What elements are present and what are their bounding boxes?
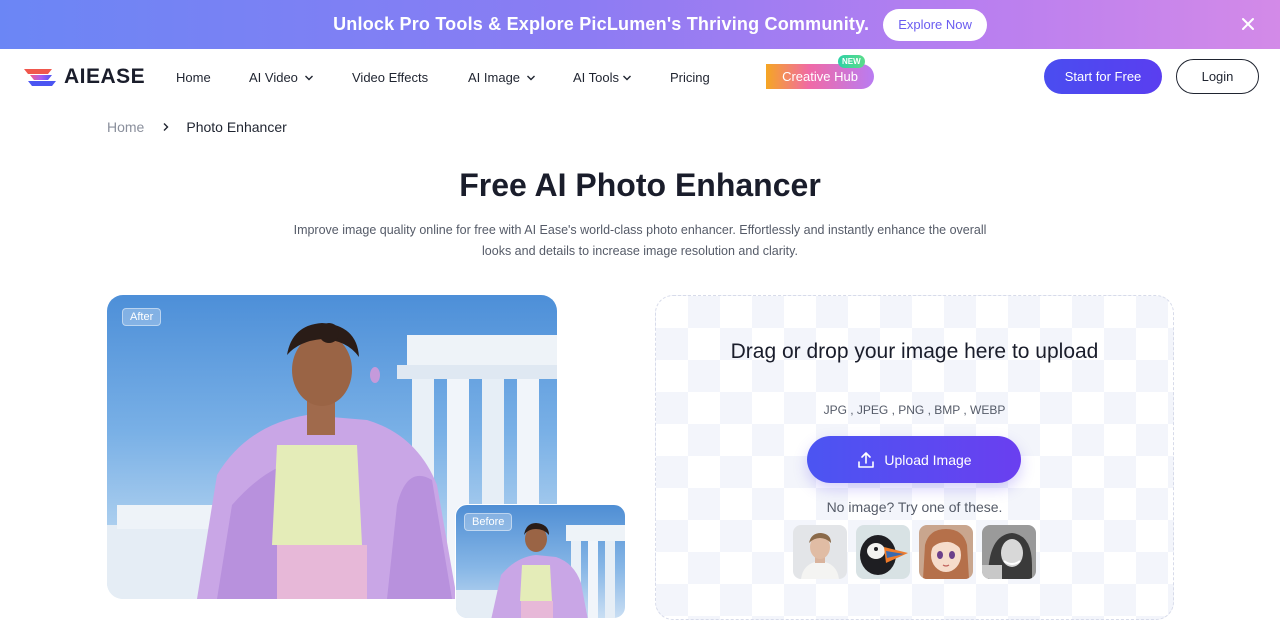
- nav-ai-image[interactable]: AI Image: [468, 70, 536, 85]
- page-subtitle: Improve image quality online for free wi…: [293, 223, 987, 258]
- nav-video-effects-label: Video Effects: [352, 70, 429, 85]
- sample-images: [793, 525, 1036, 579]
- supported-formats: JPG , JPEG , PNG , BMP , WEBP: [823, 403, 1006, 417]
- breadcrumb-home[interactable]: Home: [107, 119, 144, 135]
- sample-image-woman-bw[interactable]: [982, 525, 1036, 579]
- after-label: After: [122, 308, 162, 326]
- before-image: Before: [455, 504, 626, 619]
- start-for-free-button[interactable]: Start for Free: [1044, 59, 1162, 94]
- main-nav: AIEASE Home AI Video Video Effects AI Im…: [0, 49, 1280, 105]
- upload-image-button[interactable]: Upload Image: [807, 436, 1021, 483]
- nav-pricing-label: Pricing: [670, 70, 710, 85]
- nav-video-effects[interactable]: Video Effects: [352, 70, 428, 85]
- close-icon[interactable]: [1238, 14, 1258, 34]
- chevron-right-icon: [163, 123, 169, 131]
- sample-image-puffin[interactable]: [856, 525, 910, 579]
- sample-prompt: No image? Try one of these.: [826, 499, 1003, 515]
- nav-ai-tools-label: AI Tools: [573, 70, 620, 85]
- upload-icon: [858, 451, 875, 468]
- login-button[interactable]: Login: [1176, 59, 1259, 94]
- breadcrumb: Home Photo Enhancer: [107, 119, 287, 135]
- new-badge: NEW: [838, 55, 865, 68]
- logo-text: AIEASE: [64, 65, 146, 88]
- drop-instructions: Drag or drop your image here to upload: [730, 340, 1099, 363]
- nav-home-label: Home: [176, 70, 211, 85]
- logo[interactable]: AIEASE: [22, 65, 145, 89]
- chevron-down-icon: [304, 75, 313, 80]
- sample-image-anime[interactable]: [919, 525, 973, 579]
- page-title: Free AI Photo Enhancer: [459, 167, 821, 203]
- new-badge-label: NEW: [842, 57, 861, 66]
- nav-ai-video[interactable]: AI Video: [249, 70, 314, 85]
- before-label: Before: [464, 513, 513, 531]
- chevron-down-icon: [623, 75, 632, 80]
- breadcrumb-current: Photo Enhancer: [186, 119, 287, 135]
- nav-ai-video-label: AI Video: [249, 70, 298, 85]
- sample-image-man[interactable]: [793, 525, 847, 579]
- promo-banner: Unlock Pro Tools & Explore PicLumen's Th…: [0, 0, 1280, 49]
- upload-image-label: Upload Image: [884, 451, 972, 468]
- nav-home[interactable]: Home: [176, 70, 211, 85]
- chevron-down-icon: [527, 75, 536, 80]
- nav-ai-tools[interactable]: AI Tools: [573, 70, 632, 85]
- explore-now-button[interactable]: Explore Now: [883, 8, 987, 41]
- promo-text: Unlock Pro Tools & Explore PicLumen's Th…: [333, 14, 870, 34]
- nav-ai-image-label: AI Image: [468, 70, 521, 85]
- logo-icon: [24, 69, 56, 86]
- nav-pricing[interactable]: Pricing: [670, 70, 710, 85]
